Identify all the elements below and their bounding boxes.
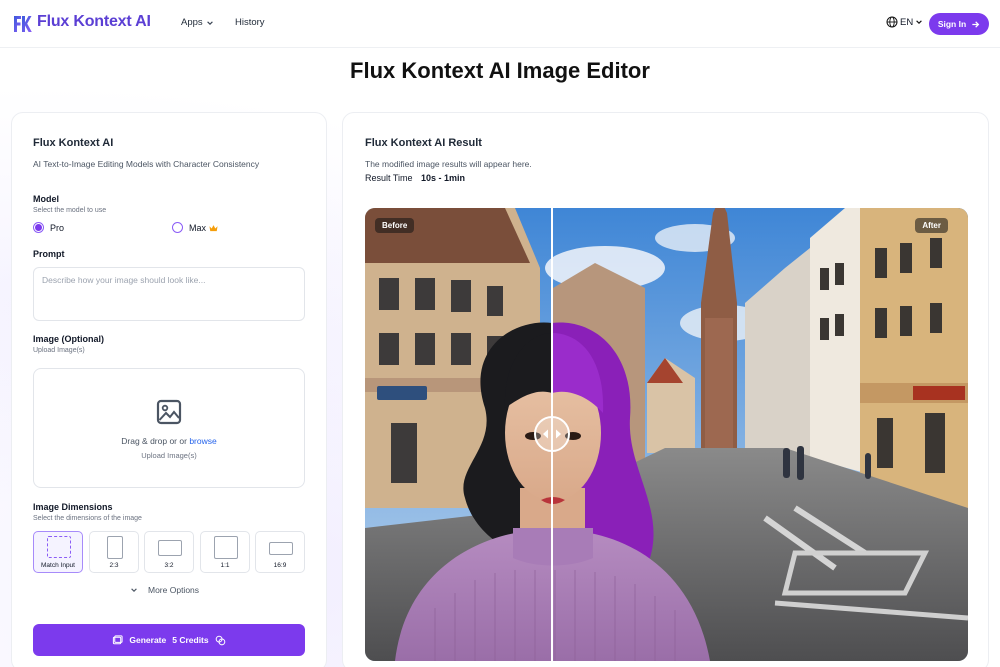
radio-unchecked-icon	[172, 222, 183, 233]
model-option-pro[interactable]: Pro	[33, 222, 64, 233]
generate-button[interactable]: Generate 5 Credits	[33, 624, 305, 656]
sign-in-button[interactable]: Sign In	[929, 13, 989, 35]
dimension-option-3-2[interactable]: 3:2	[144, 531, 194, 573]
top-navbar: Flux Kontext AI Apps History EN Sign In	[0, 0, 1000, 48]
square-ratio-icon	[214, 536, 238, 559]
more-options-toggle[interactable]: More Options	[130, 585, 199, 595]
dimension-option-1-1[interactable]: 1:1	[200, 531, 250, 573]
result-time-value: 10s - 1min	[421, 173, 466, 183]
nav-history-link[interactable]: History	[235, 17, 265, 28]
editor-panel: Flux Kontext AI AI Text-to-Image Editing…	[11, 112, 327, 667]
dimension-label: 2:3	[109, 562, 119, 569]
nav-apps-label: Apps	[181, 17, 203, 28]
arrow-right-icon	[972, 20, 980, 28]
coins-icon	[215, 635, 225, 645]
dimension-option-2-3[interactable]: 2:3	[89, 531, 139, 573]
dimensions-label: Image Dimensions	[33, 502, 113, 512]
globe-icon	[886, 16, 898, 28]
image-upload-icon	[156, 399, 182, 425]
editor-title: Flux Kontext AI	[33, 137, 114, 149]
nav-history-label: History	[235, 17, 265, 28]
comparison-image	[365, 208, 968, 661]
image-dropzone[interactable]: Drag & drop or or browse Upload Image(s)	[33, 368, 305, 488]
match-input-shape-icon	[47, 536, 71, 558]
before-label: Before	[375, 218, 415, 233]
generate-label: Generate	[129, 635, 167, 645]
chevron-down-icon	[206, 20, 213, 25]
image-label: Image (Optional)	[33, 334, 105, 344]
portrait-ratio-icon	[107, 536, 123, 559]
dimension-label: 3:2	[164, 562, 174, 569]
language-label: EN	[900, 16, 914, 28]
brand-name[interactable]: Flux Kontext AI	[37, 13, 151, 31]
result-subtitle: The modified image results will appear h…	[365, 159, 532, 169]
prompt-label: Prompt	[33, 249, 65, 259]
model-label: Model	[33, 194, 59, 204]
generate-credits: 5 Credits	[172, 635, 209, 645]
editor-subtitle: AI Text-to-Image Editing Models with Cha…	[33, 159, 260, 169]
dimension-options: Match Input 2:3 3:2 1:1 16:9	[33, 531, 305, 573]
dimension-option-16-9[interactable]: 16:9	[255, 531, 305, 573]
image-generate-icon	[113, 634, 123, 644]
crown-icon	[209, 224, 218, 231]
comparison-slider-handle[interactable]	[534, 416, 570, 452]
dropzone-instruction: Drag & drop or or	[121, 436, 187, 446]
dimensions-hint: Select the dimensions of the image	[33, 515, 142, 522]
dropzone-text: Drag & drop or or browse	[34, 436, 304, 446]
browse-link[interactable]: browse	[189, 436, 216, 446]
result-panel: Flux Kontext AI Result The modified imag…	[342, 112, 989, 667]
chevron-down-icon	[131, 588, 137, 592]
image-hint: Upload Image(s)	[33, 347, 85, 354]
model-option-label: Max	[189, 222, 207, 233]
result-time-label: Result Time	[365, 173, 413, 183]
landscape-ratio-icon	[158, 540, 182, 556]
language-selector[interactable]: EN	[886, 16, 923, 28]
logo-icon[interactable]	[12, 14, 32, 34]
sign-in-label: Sign In	[937, 19, 967, 29]
arrows-left-right-icon	[543, 429, 561, 439]
model-option-max[interactable]: Max	[172, 222, 218, 233]
dimension-label: 16:9	[273, 562, 287, 569]
dimension-label: Match Input	[41, 562, 75, 569]
before-after-comparison[interactable]: Before After	[365, 208, 968, 661]
model-hint: Select the model to use	[33, 207, 107, 214]
chevron-down-icon	[916, 20, 922, 24]
radio-checked-icon	[33, 222, 44, 233]
dropzone-hint: Upload Image(s)	[141, 451, 197, 460]
prompt-input[interactable]	[33, 267, 305, 321]
page-title: Flux Kontext AI Image Editor	[350, 58, 650, 83]
dimension-label: 1:1	[220, 562, 230, 569]
widescreen-ratio-icon	[269, 542, 293, 555]
dimension-option-match-input[interactable]: Match Input	[33, 531, 83, 573]
more-options-label: More Options	[148, 585, 200, 595]
result-time: Result Time 10s - 1min	[365, 173, 465, 183]
model-option-label: Pro	[50, 222, 65, 233]
after-label: After	[915, 218, 948, 233]
nav-apps-menu[interactable]: Apps	[181, 17, 214, 28]
result-title: Flux Kontext AI Result	[365, 137, 482, 149]
